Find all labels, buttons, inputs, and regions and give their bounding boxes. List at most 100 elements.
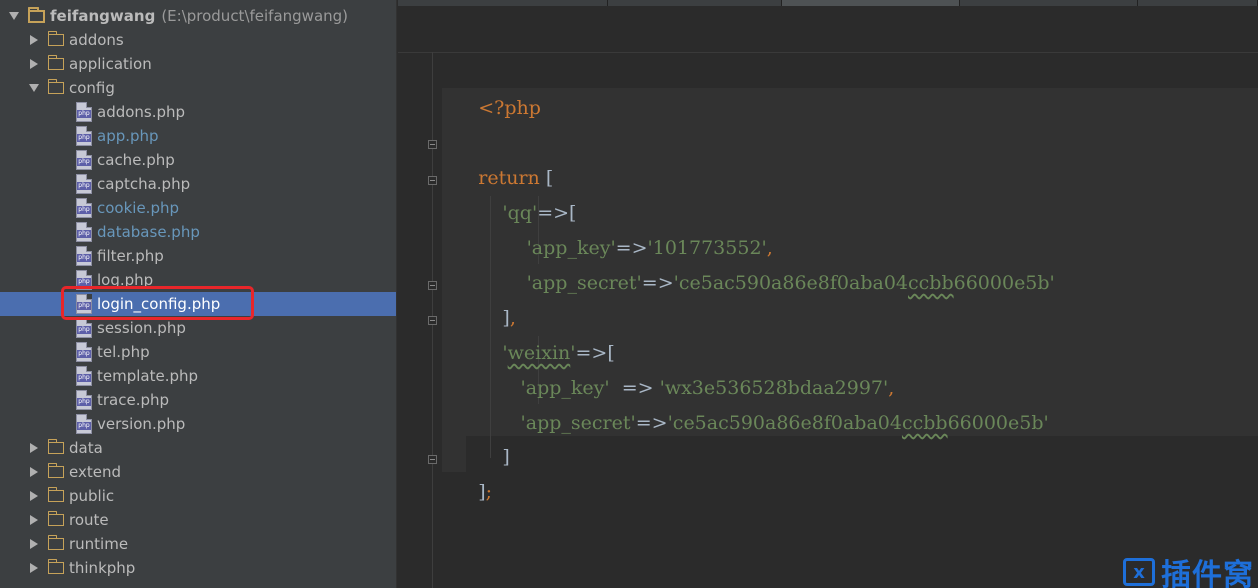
php-file-icon-text: php [77, 422, 91, 430]
tree-file-item[interactable]: php database.php [0, 220, 396, 244]
collapse-arrow-icon[interactable] [28, 490, 40, 502]
folder-icon [48, 535, 64, 550]
php-file-icon-text: php [77, 182, 91, 190]
tree-folder-config[interactable]: config [0, 76, 396, 100]
tree-item-label: cache.php [97, 151, 175, 169]
code-editor[interactable]: <?php return [ 'qq'=>[ 'app_key'=>'10177… [398, 0, 1258, 588]
tree-folder-data[interactable]: data [0, 436, 396, 460]
tree-item-label: trace.php [97, 391, 170, 409]
collapse-arrow-icon[interactable] [28, 442, 40, 454]
collapse-arrow-icon[interactable] [28, 562, 40, 574]
collapse-arrow-icon[interactable] [28, 34, 40, 46]
expand-arrow-icon[interactable] [8, 10, 20, 22]
tree-file-item[interactable]: php cookie.php [0, 196, 396, 220]
tree-item-label: tel.php [97, 343, 150, 361]
fold-marker-icon[interactable] [428, 281, 437, 290]
php-file-icon: php [76, 366, 92, 386]
string-literal: 'ce5ac590a86e8f0aba04 [673, 272, 909, 294]
tree-file-item[interactable]: php trace.php [0, 388, 396, 412]
tree-item-label: version.php [97, 415, 186, 433]
folder-icon [48, 79, 64, 94]
tree-item-label: public [69, 487, 115, 505]
tree-item-label: runtime [69, 535, 129, 553]
folder-icon [48, 487, 64, 502]
collapse-arrow-icon[interactable] [28, 514, 40, 526]
bracket: ] [502, 446, 510, 468]
tree-item-label: captcha.php [97, 175, 191, 193]
tree-item-label: filter.php [97, 247, 164, 265]
tree-file-item[interactable]: php app.php [0, 124, 396, 148]
operator: => [635, 412, 668, 434]
code-line[interactable]: ]; [442, 440, 492, 503]
php-file-icon: php [76, 126, 92, 146]
tree-item-label: template.php [97, 367, 199, 385]
project-root-path: (E:\product\feifangwang) [161, 7, 349, 25]
bracket: ] [478, 481, 486, 503]
highlight-annotation [61, 286, 254, 320]
tree-folder-route[interactable]: route [0, 508, 396, 532]
code-line[interactable]: 'app_key' => 'wx3e536528bdaa2997', [442, 336, 895, 399]
operator: => [641, 272, 674, 294]
string-literal: 'app_secret' [526, 272, 642, 294]
tree-file-item[interactable]: php filter.php [0, 244, 396, 268]
php-file-icon: php [76, 342, 92, 362]
collapse-arrow-icon[interactable] [28, 538, 40, 550]
folder-icon [48, 559, 64, 574]
string-literal: 66000e5b' [947, 412, 1049, 434]
tree-folder-application[interactable]: application [0, 52, 396, 76]
tree-file-item[interactable]: php tel.php [0, 340, 396, 364]
tree-folder-public[interactable]: public [0, 484, 396, 508]
php-file-icon: php [76, 318, 92, 338]
project-tree[interactable]: feifangwang (E:\product\feifangwang) add… [0, 0, 396, 588]
collapse-arrow-icon[interactable] [28, 58, 40, 70]
code-line[interactable]: 'app_secret'=>'ce5ac590a86e8f0aba04ccbb6… [442, 371, 1049, 434]
tree-item-label: addons.php [97, 103, 186, 121]
php-open-tag: <?php [478, 97, 541, 119]
code-line[interactable]: ] [442, 405, 509, 468]
typo-highlight: ccbb [908, 272, 954, 294]
code-line[interactable]: 'app_key'=>'101773552', [442, 196, 773, 259]
typo-highlight: ccbb [901, 412, 948, 434]
tree-root-row[interactable]: feifangwang (E:\product\feifangwang) [0, 4, 396, 28]
code-line[interactable]: return [ [442, 126, 553, 189]
folder-icon [48, 463, 64, 478]
tree-item-label: extend [69, 463, 121, 481]
tree-item-label: thinkphp [69, 559, 136, 577]
tree-folder-extend[interactable]: extend [0, 460, 396, 484]
semicolon: ; [485, 481, 493, 503]
fold-marker-icon[interactable] [428, 140, 437, 149]
folder-icon [48, 55, 64, 70]
tree-file-item[interactable]: php addons.php [0, 100, 396, 124]
code-line[interactable]: ], [442, 266, 515, 329]
tree-file-item[interactable]: php template.php [0, 364, 396, 388]
code-line[interactable]: 'app_secret'=>'ce5ac590a86e8f0aba04ccbb6… [442, 231, 1055, 294]
php-file-icon-text: php [77, 110, 91, 118]
tree-item-label: data [69, 439, 103, 457]
code-line[interactable]: 'qq'=>[ [442, 161, 576, 224]
collapse-arrow-icon[interactable] [28, 466, 40, 478]
string-literal: 'app_secret' [520, 412, 636, 434]
watermark-box-icon: x [1123, 558, 1155, 586]
tree-folder-runtime[interactable]: runtime [0, 532, 396, 556]
tree-item-label: route [69, 511, 109, 529]
tree-item-label: config [69, 79, 115, 97]
tree-file-item[interactable]: php version.php [0, 412, 396, 436]
fold-marker-icon[interactable] [428, 176, 437, 185]
code-line[interactable]: 'weixin'=>[ [442, 301, 614, 364]
fold-marker-icon[interactable] [428, 455, 437, 464]
project-root-name: feifangwang [50, 7, 156, 25]
watermark-logo: x 插件窝 [1123, 556, 1254, 588]
watermark-text: 插件窝 [1161, 558, 1254, 588]
code-line[interactable]: <?php [442, 56, 541, 119]
tree-file-item[interactable]: php captcha.php [0, 172, 396, 196]
php-file-icon: php [76, 150, 92, 170]
tree-file-item[interactable]: php cache.php [0, 148, 396, 172]
tree-folder-thinkphp[interactable]: thinkphp [0, 556, 396, 580]
php-file-icon: php [76, 222, 92, 242]
editor-header-area [398, 6, 1258, 53]
fold-marker-icon[interactable] [428, 316, 437, 325]
tree-item-label: database.php [97, 223, 200, 241]
tree-item-label: addons [69, 31, 124, 49]
expand-arrow-icon[interactable] [28, 82, 40, 94]
tree-folder-addons[interactable]: addons [0, 28, 396, 52]
